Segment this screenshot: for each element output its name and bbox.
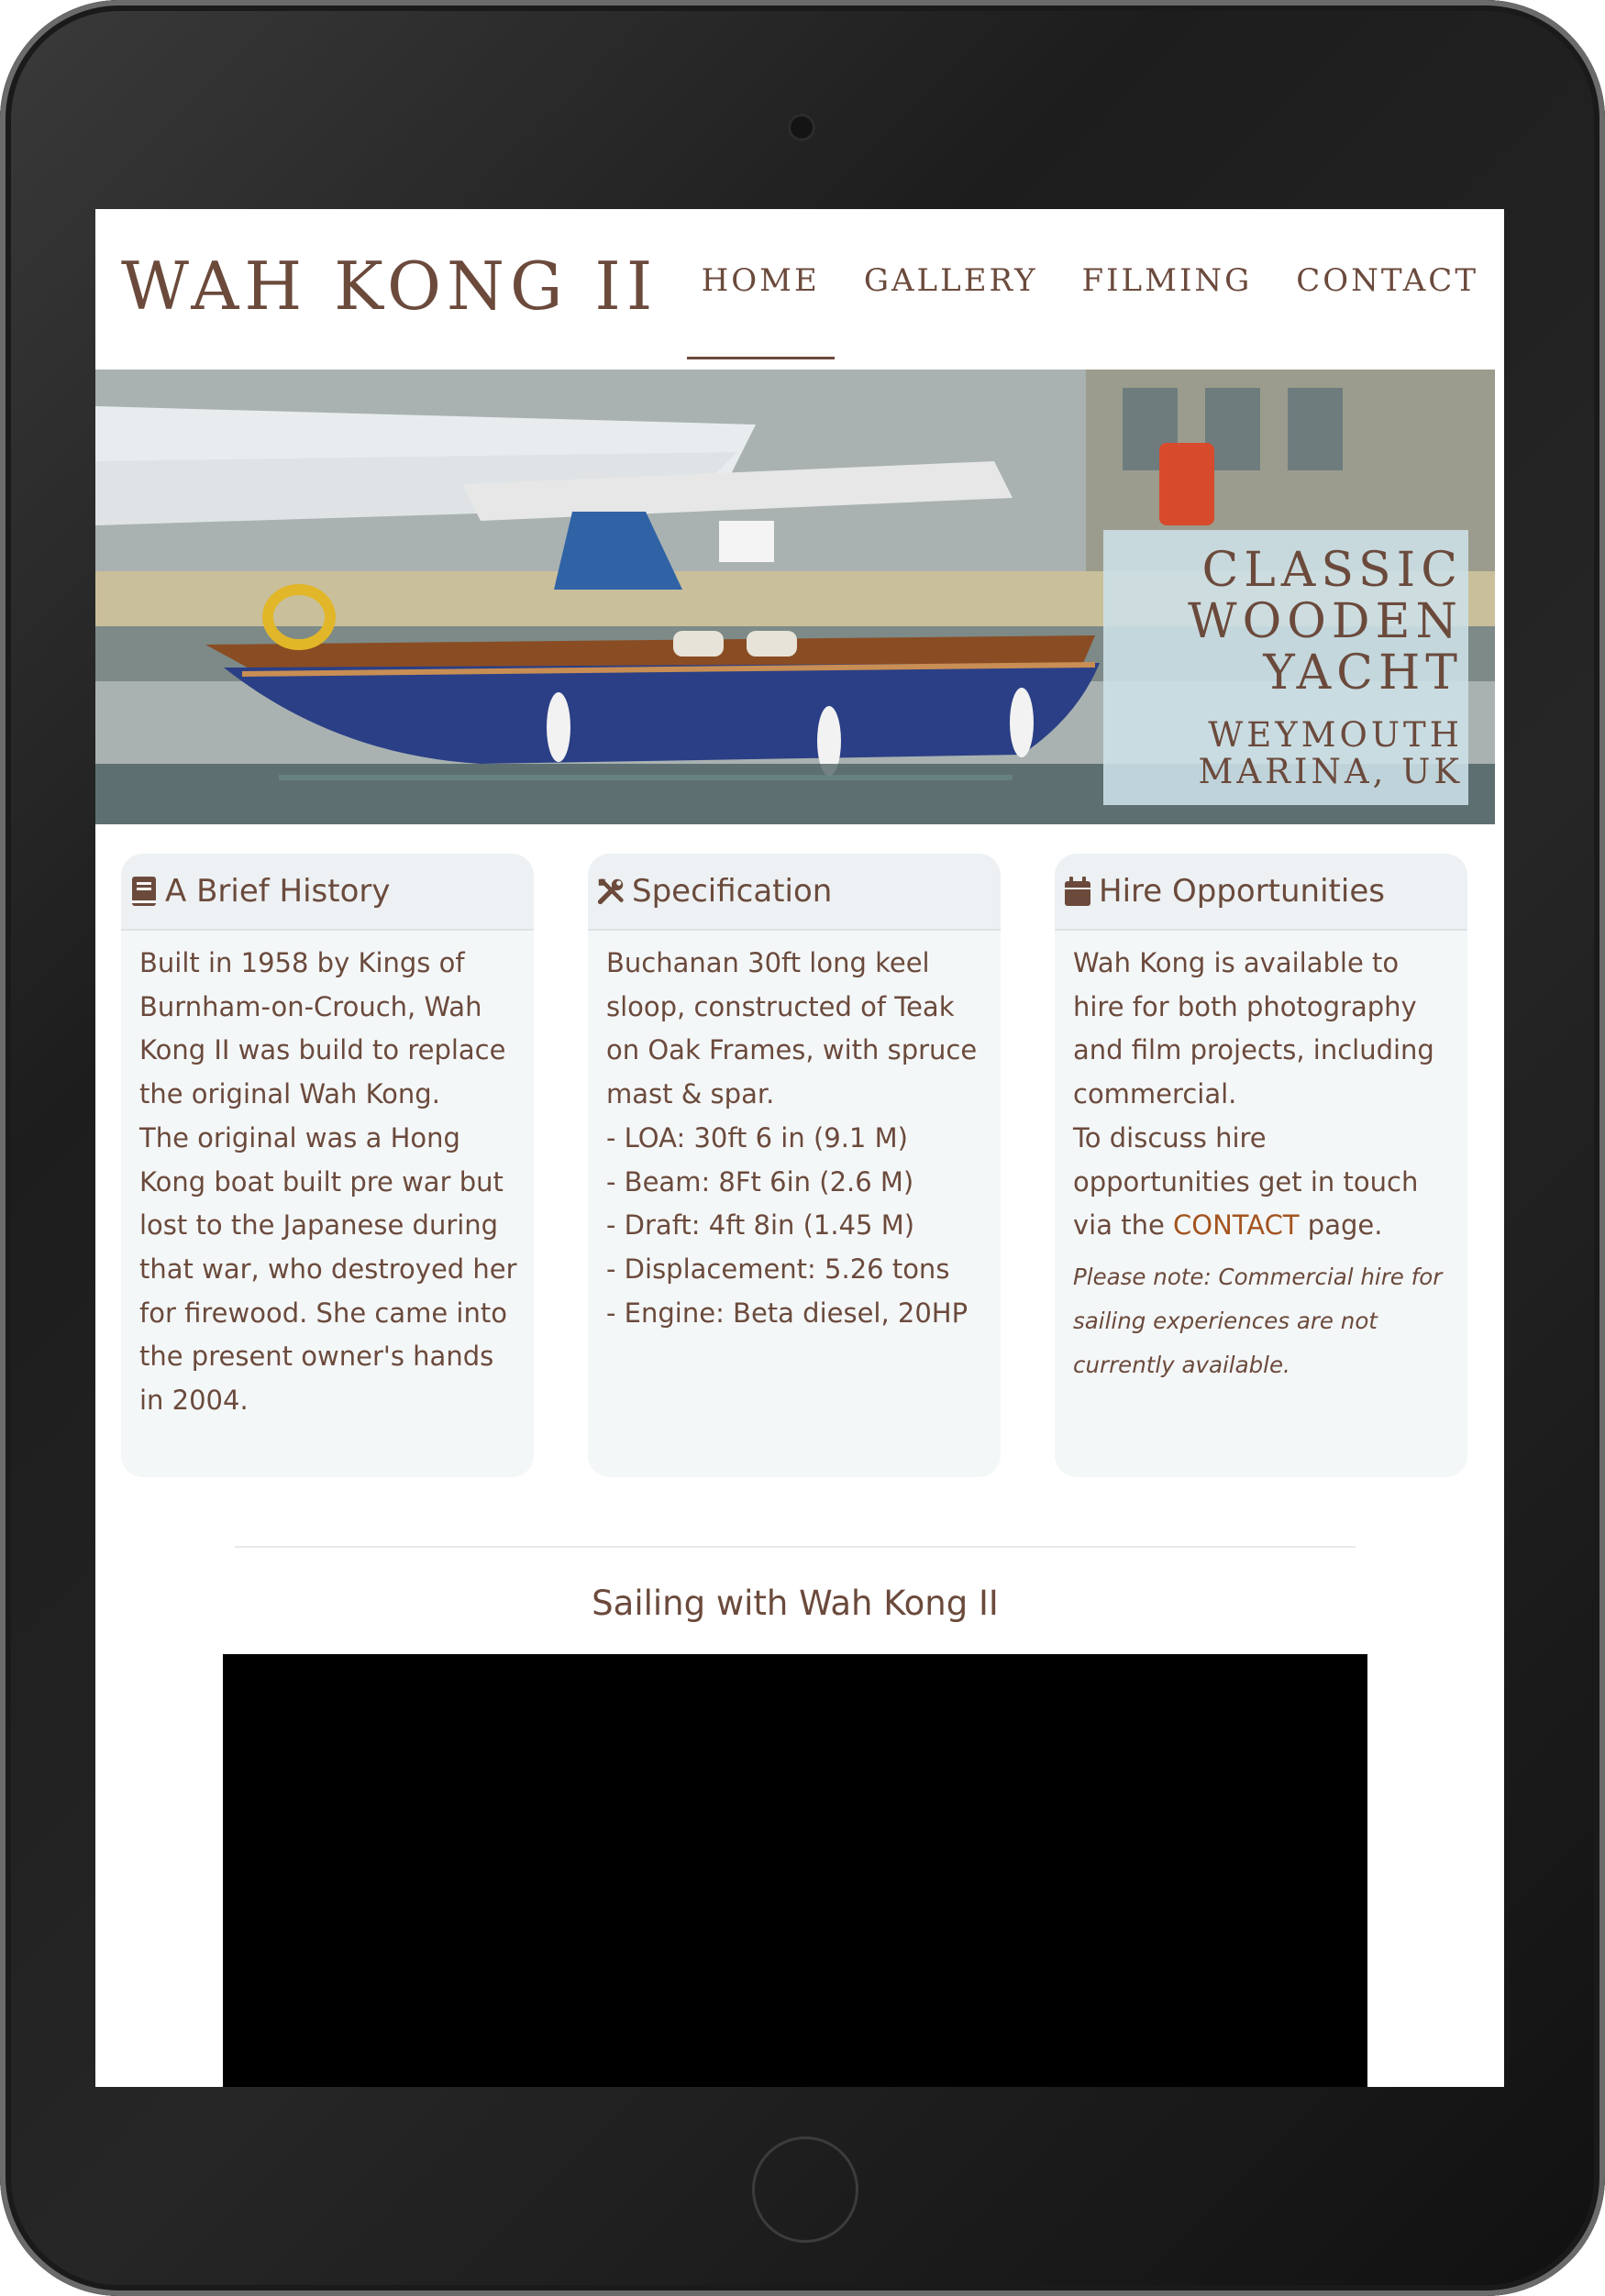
hire-note: Please note: Commercial hire for sailing… [1073, 1255, 1451, 1387]
text-line: the present owner's hands [139, 1341, 494, 1373]
card-body: Buchanan 30ft long keel sloop, construct… [588, 931, 1001, 1335]
text-line: commercial. [1073, 1078, 1237, 1110]
specification-card: Specification Buchanan 30ft long keel sl… [588, 854, 1001, 1477]
spec-item: - Draft: 4ft 8in (1.45 M) [606, 1209, 915, 1242]
hero-subtitle: WEYMOUTH MARINA, UK [1112, 717, 1463, 790]
text-line: on Oak Frames, with spruce [606, 1034, 978, 1066]
text-line: To discuss hire [1073, 1121, 1267, 1154]
card-body: Wah Kong is available to hire for both p… [1055, 931, 1467, 1387]
card-header: A Brief History [121, 854, 534, 931]
calendar-icon [1064, 876, 1091, 907]
card-title: Hire Opportunities [1099, 873, 1385, 910]
text-line: Burnham-on-Crouch, Wah [139, 990, 482, 1022]
info-cards: A Brief History Built in 1958 by Kings o… [121, 854, 1469, 1477]
hero-title-line: WOODEN [1188, 594, 1463, 649]
text-line: Buchanan 30ft long keel [606, 947, 930, 978]
card-body: Built in 1958 by Kings of Burnham-on-Cro… [121, 931, 534, 1423]
camera-icon [788, 114, 815, 141]
text-line: lost to the Japanese during [139, 1209, 499, 1242]
video-player[interactable] [223, 1654, 1367, 2087]
tablet-frame: WAH KONG II HOME GALLERY FILMING CONTACT [0, 0, 1605, 2296]
hero-title-line: CLASSIC [1201, 543, 1463, 598]
text-line: in 2004. [139, 1385, 249, 1417]
spec-item: - LOA: 30ft 6 in (9.1 M) [606, 1121, 908, 1154]
text-fragment: via the [1073, 1209, 1174, 1242]
web-page: WAH KONG II HOME GALLERY FILMING CONTACT [95, 209, 1504, 2087]
note-line: currently available. [1073, 1351, 1290, 1378]
text-line: hire for both photography [1073, 990, 1417, 1022]
text-line: sloop, constructed of Teak [606, 990, 955, 1022]
spec-item: - Displacement: 5.26 tons [606, 1253, 950, 1285]
card-header: Hire Opportunities [1055, 854, 1467, 931]
hero-subtitle-line: MARINA, UK [1198, 752, 1463, 791]
card-title: Specification [632, 873, 833, 910]
home-button-icon[interactable] [752, 2136, 858, 2243]
text-line: Wah Kong is available to [1073, 947, 1400, 978]
hire-card: Hire Opportunities Wah Kong is available… [1055, 854, 1467, 1477]
section-divider [235, 1546, 1356, 1548]
nav-home[interactable]: HOME [686, 262, 836, 359]
nav-contact[interactable]: CONTACT [1296, 262, 1478, 299]
main-nav: HOME GALLERY FILMING CONTACT [658, 262, 1478, 359]
spec-item: - Beam: 8Ft 6in (2.6 M) [606, 1165, 914, 1198]
text-line: via the CONTACT page. [1073, 1204, 1451, 1248]
note-line: Please note: Commercial hire for [1073, 1263, 1443, 1290]
text-line: for firewood. She came into [139, 1297, 507, 1329]
hero-title-line: YACHT [1263, 646, 1463, 701]
contact-link[interactable]: CONTACT [1173, 1209, 1300, 1241]
nav-filming[interactable]: FILMING [1082, 262, 1253, 299]
card-header: Specification [588, 854, 1001, 931]
book-icon [130, 876, 158, 907]
tools-icon [597, 876, 625, 907]
hero-banner: CLASSIC WOODEN YACHT WEYMOUTH MARINA, UK [95, 370, 1495, 824]
text-line: Built in 1958 by Kings of [139, 947, 465, 978]
text-line: The original was a Hong [139, 1121, 460, 1154]
text-fragment: page. [1299, 1209, 1383, 1242]
note-line: sailing experiences are not [1073, 1307, 1378, 1334]
text-line: opportunities get in touch [1073, 1165, 1419, 1198]
text-line: mast & spar. [606, 1078, 775, 1110]
spec-item: - Engine: Beta diesel, 20HP [606, 1297, 969, 1329]
text-line: Kong II was build to replace [139, 1034, 506, 1066]
video-title: Sailing with Wah Kong II [592, 1584, 999, 1623]
text-line: the original Wah Kong. [139, 1078, 440, 1110]
history-card: A Brief History Built in 1958 by Kings o… [121, 854, 534, 1477]
site-brand[interactable]: WAH KONG II [121, 248, 658, 325]
text-line: and film projects, including [1073, 1034, 1434, 1066]
text-line: Kong boat built pre war but [139, 1165, 504, 1198]
site-header: WAH KONG II HOME GALLERY FILMING CONTACT [95, 209, 1504, 370]
hero-overlay: CLASSIC WOODEN YACHT WEYMOUTH MARINA, UK [1103, 530, 1468, 805]
hero-subtitle-line: WEYMOUTH [1208, 715, 1463, 755]
nav-gallery[interactable]: GALLERY [864, 262, 1038, 299]
text-line: that war, who destroyed her [139, 1253, 517, 1285]
card-title: A Brief History [165, 873, 391, 910]
